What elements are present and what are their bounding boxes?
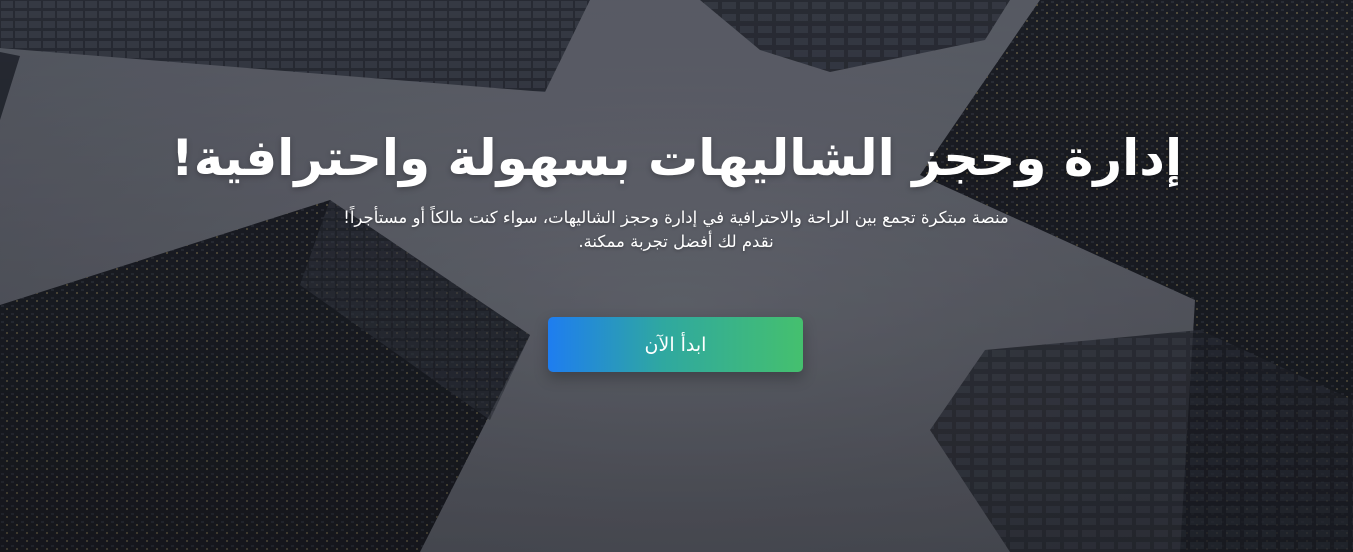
start-now-button[interactable]: ابدأ الآن: [548, 317, 803, 372]
hero-subtitle-line-2: نقدم لك أفضل تجربة ممكنة.: [578, 232, 774, 251]
background-overlay: [0, 0, 1353, 552]
hero-subtitle-line-1: منصة مبتكرة تجمع بين الراحة والاحترافية …: [343, 208, 1009, 227]
hero-title: إدارة وحجز الشاليهات بسهولة واحترافية!: [170, 129, 1183, 187]
hero-subtitle: منصة مبتكرة تجمع بين الراحة والاحترافية …: [276, 206, 1076, 254]
hero-section: إدارة وحجز الشاليهات بسهولة واحترافية! م…: [0, 0, 1353, 552]
